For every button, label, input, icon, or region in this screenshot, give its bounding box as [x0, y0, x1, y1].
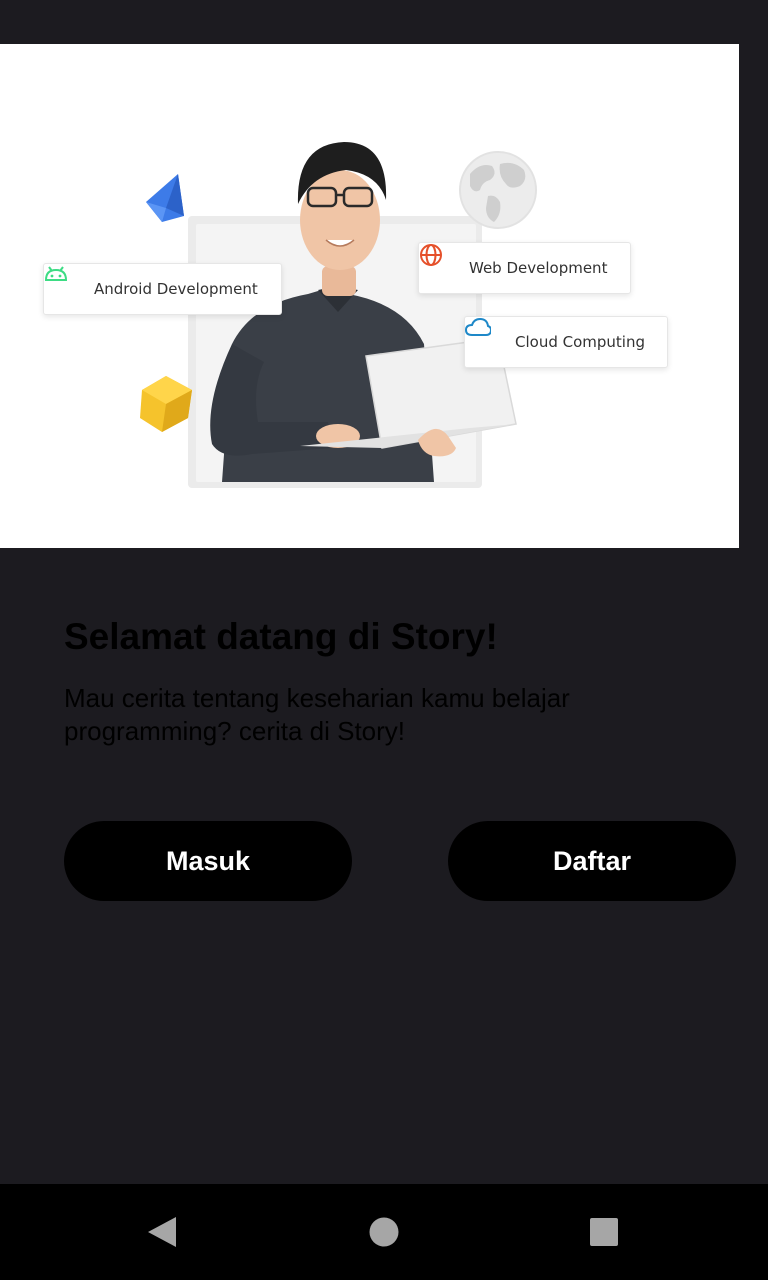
- cloud-icon: [465, 317, 509, 355]
- chip-android-label: Android Development: [94, 280, 258, 298]
- globe-icon: [420, 244, 463, 281]
- chip-web-development: Web Development: [418, 242, 631, 294]
- login-button[interactable]: Masuk: [64, 821, 352, 901]
- chip-cloud-label: Cloud Computing: [515, 333, 645, 351]
- system-navigation-bar: [0, 1184, 768, 1280]
- welcome-subtitle: Mau cerita tentang keseharian kamu belaj…: [64, 683, 570, 746]
- register-button[interactable]: Daftar: [448, 821, 736, 901]
- chip-web-label: Web Development: [469, 259, 608, 277]
- welcome-screen: Android Development Web Development Clou…: [0, 0, 768, 1280]
- chip-cloud-computing: Cloud Computing: [464, 316, 668, 368]
- recents-icon[interactable]: [556, 1184, 652, 1280]
- back-icon[interactable]: [114, 1184, 210, 1280]
- hero-illustration: Android Development Web Development Clou…: [0, 44, 739, 548]
- chip-android-development: Android Development: [43, 263, 282, 315]
- home-icon[interactable]: [336, 1184, 432, 1280]
- welcome-title: Selamat datang di Story!: [64, 616, 498, 657]
- android-icon: [44, 266, 88, 302]
